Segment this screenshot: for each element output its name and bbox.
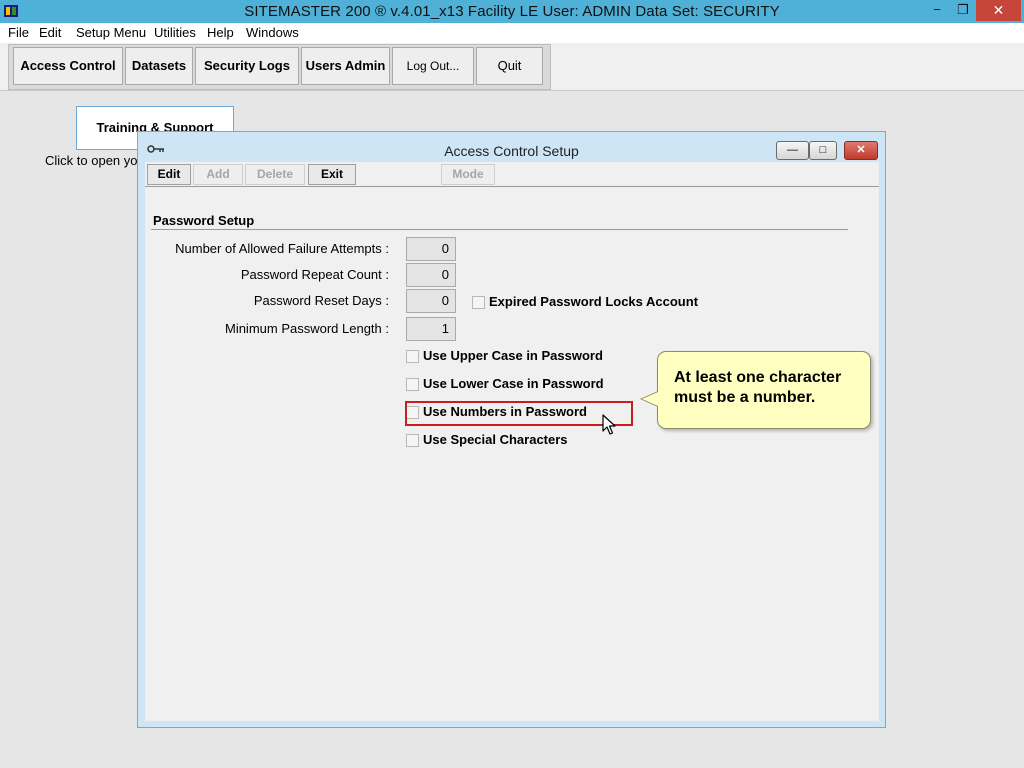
repeat-count-input[interactable]: 0 [406, 263, 456, 287]
menu-help[interactable]: Help [207, 25, 234, 40]
dialog-maximize-button[interactable]: □ [809, 141, 837, 160]
access-control-button[interactable]: Access Control [13, 47, 123, 85]
expired-locks-label: Expired Password Locks Account [489, 294, 699, 309]
datasets-button[interactable]: Datasets [125, 47, 193, 85]
special-chars-checkbox[interactable] [406, 434, 419, 447]
dialog-minimize-button[interactable]: — [776, 141, 809, 160]
window-close-button[interactable]: ✕ [976, 0, 1021, 21]
quit-button[interactable]: Quit [476, 47, 543, 85]
section-title: Password Setup [153, 213, 255, 228]
menu-edit[interactable]: Edit [39, 25, 61, 40]
callout-pointer-fill [642, 392, 658, 406]
menu-windows[interactable]: Windows [246, 25, 299, 40]
access-control-dialog: Access Control Setup — □ ✕ Edit Add Dele… [137, 131, 886, 728]
menu-file[interactable]: File [8, 25, 29, 40]
menu-bar: File Edit Setup Menu Utilities Help Wind… [0, 23, 1024, 43]
reset-days-input[interactable]: 0 [406, 289, 456, 313]
menu-setup[interactable]: Setup Menu [76, 25, 146, 40]
lower-case-label: Use Lower Case in Password [423, 376, 604, 391]
mouse-cursor-icon [602, 414, 616, 435]
background-hint-text: Click to open yo [45, 153, 138, 168]
log-out-button[interactable]: Log Out... [392, 47, 474, 85]
failure-attempts-label: Number of Allowed Failure Attempts : [175, 241, 389, 256]
menu-utilities[interactable]: Utilities [154, 25, 196, 40]
mode-button[interactable]: Mode [441, 164, 495, 185]
app-title-bar: SITEMASTER 200 ® v.4.01_x13 Facility LE … [0, 0, 1024, 23]
callout-tooltip: At least one character must be a number. [657, 351, 871, 429]
dialog-close-button[interactable]: ✕ [844, 141, 878, 160]
add-button[interactable]: Add [193, 164, 243, 185]
exit-button[interactable]: Exit [308, 164, 356, 185]
edit-button[interactable]: Edit [147, 164, 191, 185]
expired-locks-checkbox[interactable] [472, 296, 485, 309]
app-title: SITEMASTER 200 ® v.4.01_x13 Facility LE … [244, 3, 780, 20]
section-divider [151, 229, 848, 230]
upper-case-checkbox[interactable] [406, 350, 419, 363]
window-minimize-button[interactable]: − [924, 0, 950, 21]
toolbar-separator [145, 186, 879, 187]
dialog-content: Edit Add Delete Exit Mode Password Setup… [145, 162, 879, 721]
reset-days-label: Password Reset Days : [253, 293, 389, 308]
security-logs-button[interactable]: Security Logs [195, 47, 299, 85]
dialog-title: Access Control Setup [444, 143, 579, 159]
min-length-label: Minimum Password Length : [224, 321, 389, 336]
users-admin-button[interactable]: Users Admin [301, 47, 390, 85]
lower-case-checkbox[interactable] [406, 378, 419, 391]
repeat-count-label: Password Repeat Count : [240, 267, 389, 282]
window-restore-button[interactable]: ❐ [950, 0, 976, 21]
highlight-box [405, 401, 633, 426]
upper-case-label: Use Upper Case in Password [423, 348, 603, 363]
special-chars-label: Use Special Characters [423, 432, 568, 447]
failure-attempts-input[interactable]: 0 [406, 237, 456, 261]
delete-button[interactable]: Delete [245, 164, 305, 185]
min-length-input[interactable]: 1 [406, 317, 456, 341]
